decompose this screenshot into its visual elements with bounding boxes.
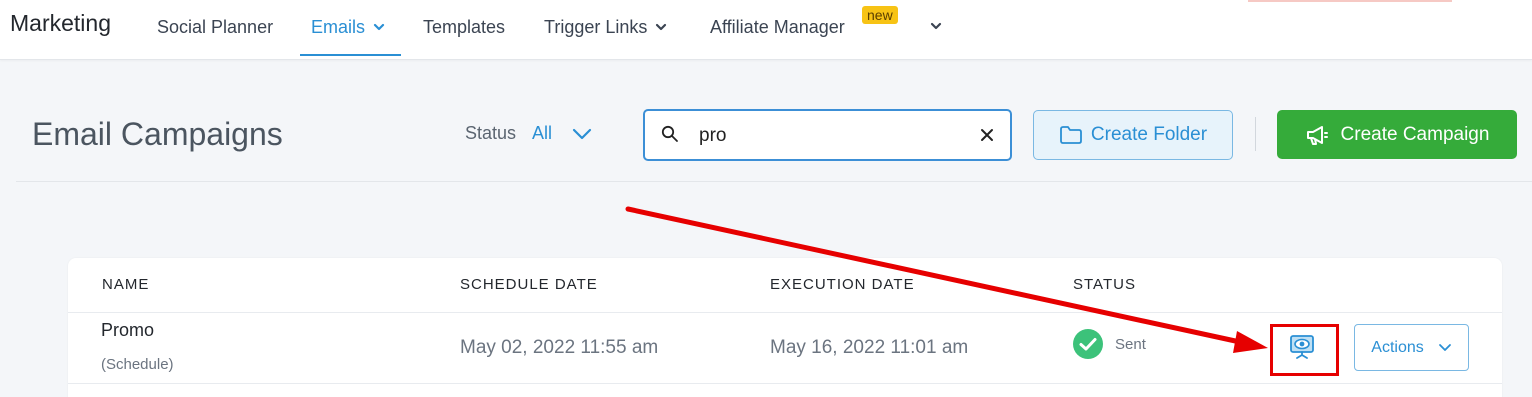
column-header-name[interactable]: NAME: [102, 276, 149, 293]
app-brand: Marketing: [10, 10, 111, 36]
nav-social-planner[interactable]: Social Planner: [157, 16, 273, 38]
search-icon: [661, 125, 678, 142]
new-badge: new: [862, 6, 898, 24]
table-row-divider: [68, 383, 1502, 384]
search-box: [643, 109, 1012, 161]
nav-trigger-links-label: Trigger Links: [544, 16, 648, 37]
clear-search-icon[interactable]: [979, 127, 995, 143]
nav-affiliate-manager[interactable]: Affiliate Manager: [710, 16, 845, 38]
nav-active-underline: [300, 54, 401, 56]
create-campaign-label: Create Campaign: [1340, 123, 1490, 145]
status-filter: Status All: [465, 123, 592, 144]
create-campaign-button[interactable]: Create Campaign: [1277, 110, 1517, 159]
nav-templates[interactable]: Templates: [423, 16, 505, 38]
actions-label: Actions: [1371, 338, 1424, 356]
header-divider: [1255, 117, 1256, 151]
execution-date: May 16, 2022 11:01 am: [770, 337, 969, 358]
status-filter-label: Status: [465, 123, 517, 143]
nav-affiliate-manager-label: Affiliate Manager: [710, 16, 845, 37]
nav-trigger-links[interactable]: Trigger Links: [544, 16, 667, 38]
search-input[interactable]: [699, 123, 969, 149]
column-header-status[interactable]: STATUS: [1073, 276, 1136, 293]
nav-emails[interactable]: Emails: [311, 16, 385, 38]
nav-templates-label: Templates: [423, 16, 506, 37]
page-title: Email Campaigns: [32, 116, 283, 152]
chevron-down-icon: [656, 23, 667, 31]
campaign-name-link[interactable]: Promo: [101, 320, 154, 341]
status-filter-value: All: [532, 123, 553, 143]
actions-dropdown-button[interactable]: Actions: [1354, 324, 1469, 371]
check-circle-icon: [1073, 329, 1103, 359]
header-separator: [16, 181, 1532, 182]
campaign-type: (Schedule): [101, 356, 174, 373]
schedule-date: May 02, 2022 11:55 am: [460, 337, 659, 358]
create-folder-button[interactable]: Create Folder: [1033, 110, 1233, 160]
chevron-down-icon: [1438, 343, 1451, 351]
status-text: Sent: [1115, 335, 1146, 353]
column-header-execution-date[interactable]: EXECUTION DATE: [770, 276, 915, 293]
megaphone-icon: [1306, 125, 1328, 145]
nav-emails-label: Emails: [311, 16, 366, 37]
table-row-divider: [68, 312, 1502, 313]
nav-social-planner-label: Social Planner: [157, 16, 274, 37]
column-header-schedule-date[interactable]: SCHEDULE DATE: [460, 276, 598, 293]
annotation-highlight-box: [1270, 324, 1339, 376]
status-badge: Sent: [1073, 329, 1146, 359]
status-filter-dropdown[interactable]: All: [532, 123, 592, 144]
chevron-down-icon: [373, 23, 385, 31]
top-ghost-bar: [1248, 0, 1452, 2]
chevron-down-icon: [572, 128, 592, 139]
more-menu-chevron-icon[interactable]: [930, 20, 942, 32]
folder-icon: [1060, 126, 1082, 144]
create-folder-label: Create Folder: [1090, 124, 1208, 145]
top-nav: Marketing Social Planner Emails Template…: [0, 0, 1532, 60]
